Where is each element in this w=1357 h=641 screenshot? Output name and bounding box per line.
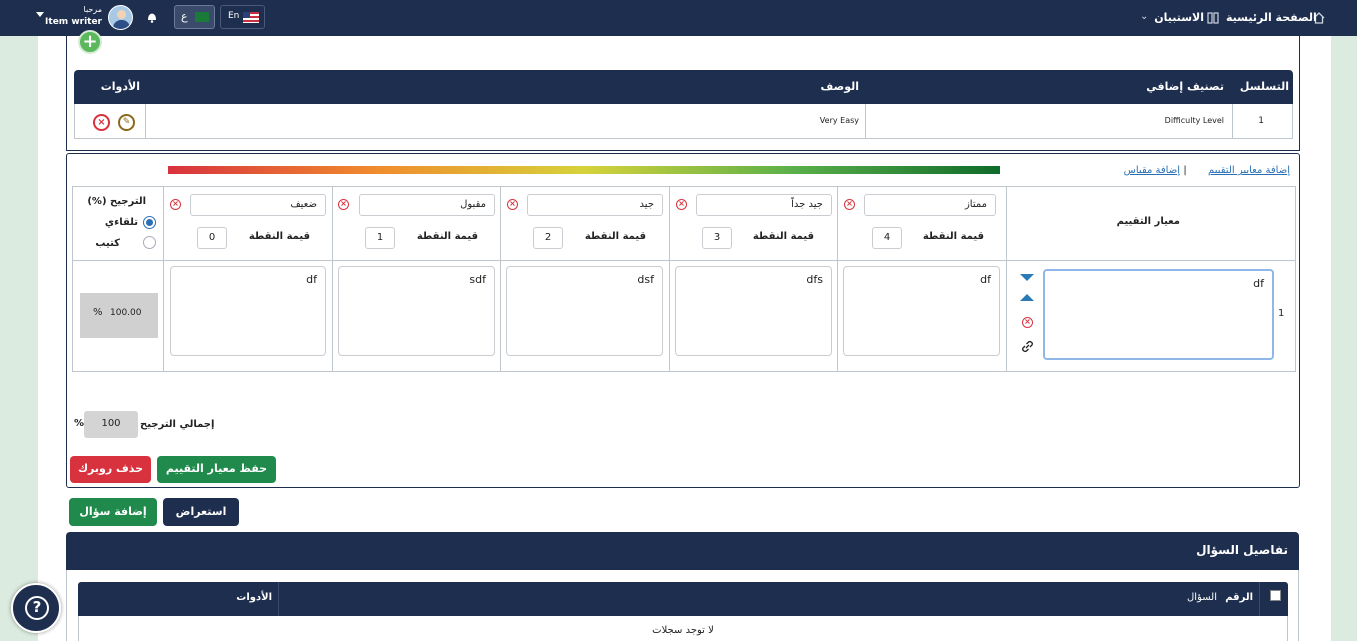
header-num: الرقم (1225, 592, 1253, 603)
level-name-input[interactable]: ممتاز (864, 194, 996, 216)
greeting-text: مرحبا (83, 5, 103, 14)
row-seq: 1 (1258, 116, 1264, 126)
add-circle-icon[interactable]: + (78, 30, 102, 54)
level-col-1: × جيد جداً قيمة النقطة 3 (670, 187, 837, 260)
classification-table: التسلسل تصنيف إضافي الوصف الأدوات 1 Diff… (74, 70, 1293, 139)
point-value-input[interactable]: 4 (872, 227, 902, 249)
preview-button[interactable]: استعراض (163, 498, 239, 526)
edit-icon[interactable]: ✎ (118, 114, 135, 131)
question-mark-icon: ? (25, 596, 49, 620)
row-number: 1 (1278, 308, 1285, 319)
lang-ar-button[interactable]: ع (174, 5, 215, 29)
remove-level-icon[interactable]: × (507, 199, 518, 210)
avatar[interactable] (108, 5, 133, 30)
weight-auto-label: تلقاءي (104, 217, 138, 228)
weight-manual-label: كتيب (95, 238, 120, 249)
header-tools-q: الأدوات (236, 592, 272, 603)
user-menu-caret-icon[interactable] (36, 12, 44, 17)
weight-auto-radio[interactable] (143, 216, 156, 229)
total-weight-label: إجمالي الترجيح (140, 419, 215, 430)
no-records-text: لا توجد سجلات (652, 625, 714, 636)
question-details-panel-header: تفاصيل السؤال (66, 532, 1299, 570)
level-col-0: × ممتاز قيمة النقطة 4 (838, 187, 1006, 260)
link-icon[interactable] (1020, 339, 1035, 354)
level-name-input[interactable]: جيد جداً (696, 194, 832, 216)
criterion-textarea[interactable]: df (1043, 269, 1274, 360)
weight-header: (%) الترجيح (87, 196, 146, 207)
question-details-title: تفاصيل السؤال (1196, 543, 1288, 557)
delete-rubric-button[interactable]: حذف روبرك (70, 456, 151, 483)
point-value-input[interactable]: 2 (533, 227, 563, 249)
lang-en-button[interactable]: En (220, 5, 265, 29)
header-seq: التسلسل (1239, 80, 1289, 93)
chevron-down-icon[interactable]: ⌄ (1140, 11, 1150, 25)
point-value-label: قيمة النقطة (922, 231, 984, 242)
move-up-icon[interactable] (1020, 294, 1034, 301)
remove-level-icon[interactable]: × (338, 199, 349, 210)
level-description-1[interactable]: dfs (675, 266, 832, 356)
row-weight-percent: % (93, 307, 103, 318)
lang-ar-label: ع (181, 10, 188, 23)
total-weight-box: 100 (84, 411, 138, 438)
row-extra: Difficulty Level (1164, 116, 1224, 125)
header-desc: الوصف (820, 80, 859, 93)
point-value-label: قيمة النقطة (248, 231, 310, 242)
username-text: Item writer (45, 17, 102, 27)
book-icon (1206, 11, 1220, 25)
level-description-4[interactable]: df (170, 266, 326, 356)
help-button[interactable]: ? (11, 583, 61, 633)
row-weight-value: 100.00 (110, 308, 142, 318)
point-value-input[interactable]: 0 (197, 227, 227, 249)
remove-level-icon[interactable]: × (676, 199, 687, 210)
level-name-input[interactable]: جيد (527, 194, 663, 216)
header-tools: الأدوات (100, 80, 140, 93)
add-scale-link[interactable]: إضافة مقياس (1110, 165, 1180, 176)
level-name-input[interactable]: مقبول (359, 194, 495, 216)
level-col-2: × جيد قيمة النقطة 2 (501, 187, 669, 260)
level-description-2[interactable]: dsf (506, 266, 663, 356)
level-name-input[interactable]: ضعيف (190, 194, 326, 216)
save-criteria-button[interactable]: حفظ معيار التقييم (157, 456, 276, 483)
add-criteria-link[interactable]: إضافة معايير التقييم (1190, 165, 1290, 176)
row-weight-box: 100.00 % (80, 293, 158, 338)
level-col-3: × مقبول قيمة النقطة 1 (333, 187, 500, 260)
us-flag-icon (243, 12, 259, 23)
point-value-label: قيمة النقطة (752, 231, 814, 242)
point-value-label: قيمة النقطة (584, 231, 646, 242)
remove-level-icon[interactable]: × (170, 199, 181, 210)
header-question: السؤال (1187, 592, 1217, 603)
total-weight-value: 100 (101, 418, 121, 429)
criteria-header: معيار التقييم (1116, 216, 1180, 227)
level-description-0[interactable]: df (843, 266, 1000, 356)
top-navbar: الصفحة الرئيسية الاستبيان ⌄ En ع مرحبا I… (0, 0, 1357, 36)
select-all-checkbox[interactable] (1270, 590, 1281, 601)
saudi-flag-icon (195, 12, 209, 22)
score-gradient-bar (168, 166, 1000, 174)
weight-manual-radio[interactable] (143, 236, 156, 249)
point-value-input[interactable]: 3 (702, 227, 732, 249)
point-value-label: قيمة النقطة (416, 231, 478, 242)
delete-icon[interactable]: × (93, 114, 110, 131)
survey-menu[interactable]: الاستبيان (1150, 0, 1204, 36)
total-weight-percent: % (74, 418, 85, 429)
add-question-button[interactable]: إضافة سؤال (69, 498, 157, 526)
header-extra: تصنيف إضافي (1146, 80, 1224, 93)
bell-icon[interactable] (145, 10, 159, 24)
point-value-input[interactable]: 1 (365, 227, 395, 249)
level-col-4: × ضعيف قيمة النقطة 0 (164, 187, 332, 260)
row-desc: Very Easy (819, 116, 859, 125)
move-down-icon[interactable] (1020, 274, 1034, 281)
home-link[interactable]: الصفحة الرئيسية (1226, 0, 1317, 36)
level-description-3[interactable]: sdf (338, 266, 495, 356)
link-separator: | (1183, 165, 1187, 176)
remove-level-icon[interactable]: × (844, 199, 855, 210)
remove-criterion-icon[interactable]: × (1022, 317, 1033, 328)
lang-en-label: En (228, 11, 240, 21)
